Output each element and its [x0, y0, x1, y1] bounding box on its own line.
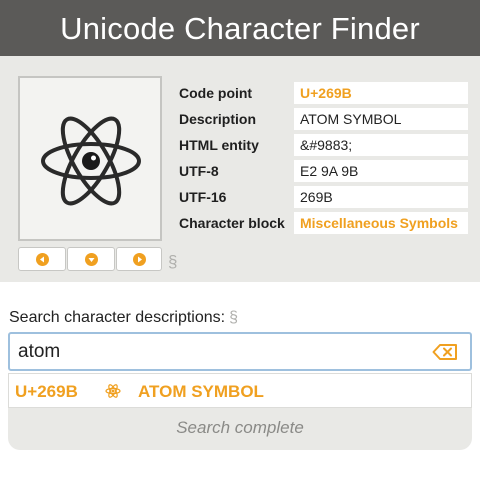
chevron-down-icon — [84, 252, 98, 266]
character-block-label: Character block — [179, 215, 285, 231]
chevron-right-icon — [132, 252, 146, 266]
description-value: ATOM SYMBOL — [294, 108, 468, 130]
next-character-button[interactable] — [116, 247, 162, 271]
utf16-label: UTF-16 — [179, 189, 227, 205]
html-entity-value: &#9883; — [294, 134, 468, 156]
atom-symbol-icon — [41, 116, 141, 206]
backspace-icon[interactable] — [432, 343, 458, 361]
utf16-value: 269B — [294, 186, 468, 208]
title-bar: Unicode Character Finder — [0, 0, 480, 56]
result-description[interactable]: ATOM SYMBOL — [138, 374, 264, 409]
glyph-preview — [18, 76, 162, 241]
utf8-value: E2 9A 9B — [294, 160, 468, 182]
chevron-left-icon — [35, 252, 49, 266]
search-label: Search character descriptions: § — [9, 309, 238, 327]
result-code-point[interactable]: U+269B — [15, 374, 78, 409]
search-permalink[interactable]: § — [229, 309, 238, 326]
description-label: Description — [179, 111, 257, 127]
search-input[interactable] — [18, 334, 418, 369]
utf8-label: UTF-8 — [179, 163, 219, 179]
code-point-label: Code point — [179, 85, 253, 101]
previous-character-button[interactable] — [18, 247, 66, 271]
result-row[interactable]: U+269B ATOM SYMBOL — [8, 373, 472, 408]
search-label-text: Search character descriptions: — [9, 309, 226, 326]
search-box — [8, 332, 472, 371]
character-block-value[interactable]: Miscellaneous Symbols — [294, 212, 468, 234]
search-results: U+269B ATOM SYMBOL Search complete — [8, 373, 472, 450]
code-point-value[interactable]: U+269B — [294, 82, 468, 104]
atom-symbol-icon — [105, 384, 121, 398]
app-title: Unicode Character Finder — [60, 11, 420, 46]
character-permalink[interactable]: § — [168, 252, 177, 272]
search-status: Search complete — [176, 418, 304, 437]
character-menu-button[interactable] — [67, 247, 115, 271]
character-detail-panel: § Code point U+269B Description ATOM SYM… — [0, 56, 480, 282]
html-entity-label: HTML entity — [179, 137, 259, 153]
